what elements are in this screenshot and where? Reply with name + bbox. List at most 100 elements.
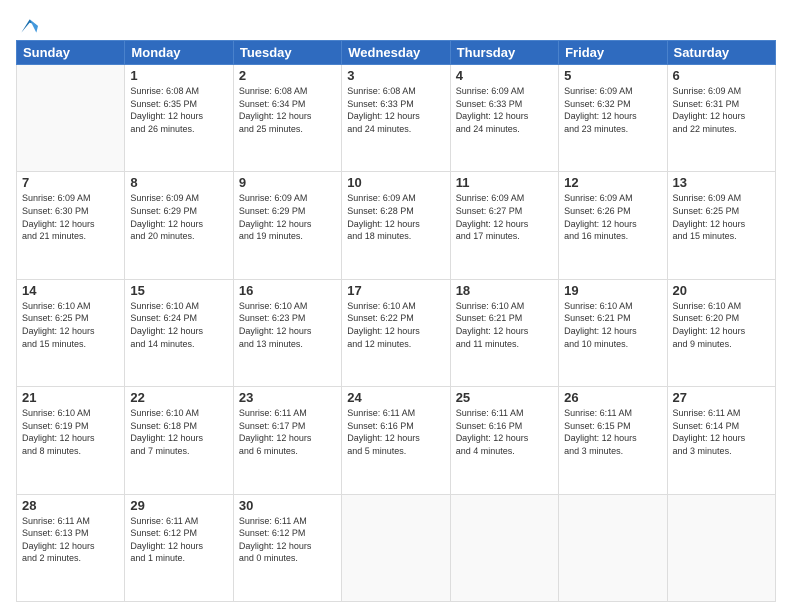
day-cell: 9Sunrise: 6:09 AM Sunset: 6:29 PM Daylig… xyxy=(233,172,341,279)
day-number: 13 xyxy=(673,175,770,190)
day-info: Sunrise: 6:09 AM Sunset: 6:27 PM Dayligh… xyxy=(456,192,553,242)
day-cell: 5 Sunrise: 6:09 AM Sunset: 6:32 PM Daylig… xyxy=(559,65,667,172)
day-info: Sunrise: 6:09 AM Sunset: 6:31 PM Dayligh… xyxy=(673,85,770,135)
day-info: Sunrise: 6:10 AM Sunset: 6:21 PM Dayligh… xyxy=(564,300,661,350)
day-cell xyxy=(450,494,558,601)
day-number: 16 xyxy=(239,283,336,298)
day-info: Sunrise: 6:10 AM Sunset: 6:22 PM Dayligh… xyxy=(347,300,444,350)
day-cell: 23 Sunrise: 6:11 AM Sunset: 6:17 PM Dayli… xyxy=(233,387,341,494)
day-header-thursday: Thursday xyxy=(450,41,558,65)
day-info: Sunrise: 6:11 AM Sunset: 6:12 PM Dayligh… xyxy=(130,515,227,565)
day-cell: 27 Sunrise: 6:11 AM Sunset: 6:14 PM Dayli… xyxy=(667,387,775,494)
day-number: 17 xyxy=(347,283,444,298)
day-info: Sunrise: 6:08 AM Sunset: 6:33 PM Dayligh… xyxy=(347,85,444,135)
day-cell: 16 Sunrise: 6:10 AM Sunset: 6:23 PM Dayli… xyxy=(233,279,341,386)
day-info: Sunrise: 6:11 AM Sunset: 6:17 PM Dayligh… xyxy=(239,407,336,457)
day-number: 8 xyxy=(130,175,227,190)
day-info: Sunrise: 6:09 AM Sunset: 6:29 PM Dayligh… xyxy=(130,192,227,242)
day-number: 26 xyxy=(564,390,661,405)
day-header-sunday: Sunday xyxy=(17,41,125,65)
day-number: 20 xyxy=(673,283,770,298)
day-header-monday: Monday xyxy=(125,41,233,65)
day-number: 3 xyxy=(347,68,444,83)
day-cell: 26 Sunrise: 6:11 AM Sunset: 6:15 PM Dayli… xyxy=(559,387,667,494)
day-info: Sunrise: 6:09 AM Sunset: 6:30 PM Dayligh… xyxy=(22,192,119,242)
day-cell: 8 Sunrise: 6:09 AM Sunset: 6:29 PM Daylig… xyxy=(125,172,233,279)
day-cell xyxy=(559,494,667,601)
day-info: Sunrise: 6:09 AM Sunset: 6:28 PM Dayligh… xyxy=(347,192,444,242)
day-cell: 29 Sunrise: 6:11 AM Sunset: 6:12 PM Dayli… xyxy=(125,494,233,601)
header xyxy=(16,12,776,36)
day-header-saturday: Saturday xyxy=(667,41,775,65)
day-number: 22 xyxy=(130,390,227,405)
day-cell: 19 Sunrise: 6:10 AM Sunset: 6:21 PM Dayli… xyxy=(559,279,667,386)
day-number: 19 xyxy=(564,283,661,298)
day-header-tuesday: Tuesday xyxy=(233,41,341,65)
logo xyxy=(16,16,38,36)
day-cell: 28 Sunrise: 6:11 AM Sunset: 6:13 PM Dayli… xyxy=(17,494,125,601)
day-info: Sunrise: 6:09 AM Sunset: 6:25 PM Dayligh… xyxy=(673,192,770,242)
day-info: Sunrise: 6:11 AM Sunset: 6:15 PM Dayligh… xyxy=(564,407,661,457)
day-number: 25 xyxy=(456,390,553,405)
logo-icon xyxy=(18,16,38,36)
week-row-3: 14 Sunrise: 6:10 AM Sunset: 6:25 PM Dayli… xyxy=(17,279,776,386)
day-number: 18 xyxy=(456,283,553,298)
header-row: SundayMondayTuesdayWednesdayThursdayFrid… xyxy=(17,41,776,65)
day-cell: 22Sunrise: 6:10 AM Sunset: 6:18 PM Dayli… xyxy=(125,387,233,494)
day-number: 1 xyxy=(130,68,227,83)
day-cell: 30Sunrise: 6:11 AM Sunset: 6:12 PM Dayli… xyxy=(233,494,341,601)
week-row-2: 7 Sunrise: 6:09 AM Sunset: 6:30 PM Daylig… xyxy=(17,172,776,279)
day-number: 28 xyxy=(22,498,119,513)
day-number: 7 xyxy=(22,175,119,190)
day-number: 11 xyxy=(456,175,553,190)
day-info: Sunrise: 6:10 AM Sunset: 6:23 PM Dayligh… xyxy=(239,300,336,350)
day-info: Sunrise: 6:10 AM Sunset: 6:19 PM Dayligh… xyxy=(22,407,119,457)
day-number: 10 xyxy=(347,175,444,190)
day-header-wednesday: Wednesday xyxy=(342,41,450,65)
day-number: 27 xyxy=(673,390,770,405)
week-row-5: 28 Sunrise: 6:11 AM Sunset: 6:13 PM Dayli… xyxy=(17,494,776,601)
calendar-table: SundayMondayTuesdayWednesdayThursdayFrid… xyxy=(16,40,776,602)
day-number: 15 xyxy=(130,283,227,298)
day-number: 21 xyxy=(22,390,119,405)
day-info: Sunrise: 6:10 AM Sunset: 6:20 PM Dayligh… xyxy=(673,300,770,350)
page: SundayMondayTuesdayWednesdayThursdayFrid… xyxy=(0,0,792,612)
day-header-friday: Friday xyxy=(559,41,667,65)
day-number: 24 xyxy=(347,390,444,405)
day-cell: 13 Sunrise: 6:09 AM Sunset: 6:25 PM Dayli… xyxy=(667,172,775,279)
day-cell: 25Sunrise: 6:11 AM Sunset: 6:16 PM Dayli… xyxy=(450,387,558,494)
day-info: Sunrise: 6:09 AM Sunset: 6:33 PM Dayligh… xyxy=(456,85,553,135)
day-info: Sunrise: 6:09 AM Sunset: 6:32 PM Dayligh… xyxy=(564,85,661,135)
day-number: 23 xyxy=(239,390,336,405)
day-info: Sunrise: 6:08 AM Sunset: 6:35 PM Dayligh… xyxy=(130,85,227,135)
day-info: Sunrise: 6:11 AM Sunset: 6:13 PM Dayligh… xyxy=(22,515,119,565)
day-cell: 10 Sunrise: 6:09 AM Sunset: 6:28 PM Dayli… xyxy=(342,172,450,279)
day-number: 29 xyxy=(130,498,227,513)
day-number: 30 xyxy=(239,498,336,513)
day-cell xyxy=(667,494,775,601)
day-number: 2 xyxy=(239,68,336,83)
day-info: Sunrise: 6:10 AM Sunset: 6:25 PM Dayligh… xyxy=(22,300,119,350)
day-cell: 7 Sunrise: 6:09 AM Sunset: 6:30 PM Daylig… xyxy=(17,172,125,279)
day-number: 14 xyxy=(22,283,119,298)
day-info: Sunrise: 6:10 AM Sunset: 6:21 PM Dayligh… xyxy=(456,300,553,350)
day-number: 12 xyxy=(564,175,661,190)
day-cell: 20 Sunrise: 6:10 AM Sunset: 6:20 PM Dayli… xyxy=(667,279,775,386)
day-cell: 6 Sunrise: 6:09 AM Sunset: 6:31 PM Daylig… xyxy=(667,65,775,172)
day-cell: 14 Sunrise: 6:10 AM Sunset: 6:25 PM Dayli… xyxy=(17,279,125,386)
day-info: Sunrise: 6:08 AM Sunset: 6:34 PM Dayligh… xyxy=(239,85,336,135)
day-cell xyxy=(17,65,125,172)
day-number: 9 xyxy=(239,175,336,190)
day-number: 6 xyxy=(673,68,770,83)
day-cell: 18 Sunrise: 6:10 AM Sunset: 6:21 PM Dayli… xyxy=(450,279,558,386)
day-cell: 15Sunrise: 6:10 AM Sunset: 6:24 PM Dayli… xyxy=(125,279,233,386)
day-cell: 2 Sunrise: 6:08 AM Sunset: 6:34 PM Daylig… xyxy=(233,65,341,172)
day-cell: 4Sunrise: 6:09 AM Sunset: 6:33 PM Daylig… xyxy=(450,65,558,172)
day-cell: 3 Sunrise: 6:08 AM Sunset: 6:33 PM Daylig… xyxy=(342,65,450,172)
day-info: Sunrise: 6:09 AM Sunset: 6:26 PM Dayligh… xyxy=(564,192,661,242)
day-info: Sunrise: 6:11 AM Sunset: 6:14 PM Dayligh… xyxy=(673,407,770,457)
day-number: 5 xyxy=(564,68,661,83)
week-row-4: 21 Sunrise: 6:10 AM Sunset: 6:19 PM Dayli… xyxy=(17,387,776,494)
day-cell: 1 Sunrise: 6:08 AM Sunset: 6:35 PM Daylig… xyxy=(125,65,233,172)
week-row-1: 1 Sunrise: 6:08 AM Sunset: 6:35 PM Daylig… xyxy=(17,65,776,172)
